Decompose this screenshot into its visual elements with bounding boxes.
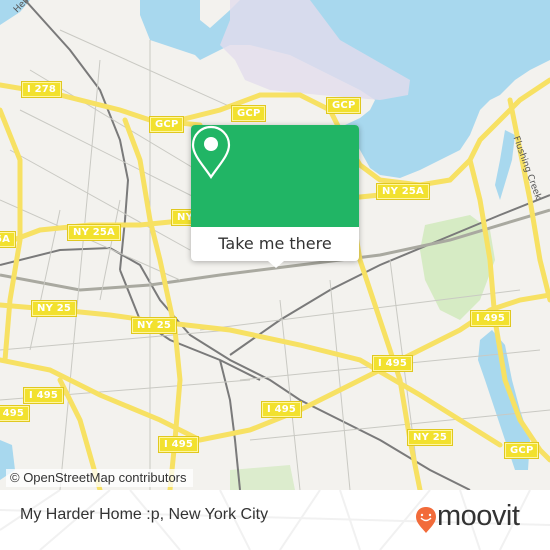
shield-i495: I 495 — [469, 310, 512, 327]
shield-ny25a: NY 25A — [67, 224, 121, 241]
shield-gcp: GCP — [503, 442, 540, 459]
take-me-there-button[interactable]: Take me there — [191, 227, 359, 261]
highway-vw — [507, 97, 550, 303]
moovit-pin-icon — [416, 507, 436, 533]
footer: My Harder Home :p, New York City moovit — [0, 490, 550, 550]
shield-i495: I 495 — [0, 405, 31, 422]
shield-gcp: GCP — [325, 97, 362, 114]
shield-i495: I 495 — [157, 436, 200, 453]
moovit-wordmark: moovit — [437, 500, 520, 532]
shield-ny25: NY 25 — [130, 317, 178, 334]
shield-i278: I 278 — [20, 81, 63, 98]
place-name: My Harder Home :p, New York City — [20, 506, 269, 523]
popup-pointer — [268, 261, 284, 268]
shield-ny25: NY 25 — [406, 429, 454, 446]
popup-header — [191, 125, 359, 227]
shield-i495: I 495 — [22, 387, 65, 404]
shield-i495: I 495 — [260, 401, 303, 418]
location-popup: Take me there — [191, 125, 359, 268]
shield-ny25: NY 25 — [30, 300, 78, 317]
location-pin-icon — [191, 125, 231, 179]
shield-gcp: GCP — [230, 105, 267, 122]
shield-ny25a: 5A — [0, 231, 17, 248]
shield-ny25a: NY 25A — [376, 183, 430, 200]
moovit-logo[interactable]: moovit — [415, 500, 535, 536]
shield-i495: I 495 — [371, 355, 414, 372]
shield-gcp: GCP — [148, 116, 185, 133]
map[interactable]: I 278 GCP GCP GCP GCP NY 25A NY 25A NY 5… — [0, 0, 550, 490]
map-attribution[interactable]: © OpenStreetMap contributors — [6, 469, 193, 487]
